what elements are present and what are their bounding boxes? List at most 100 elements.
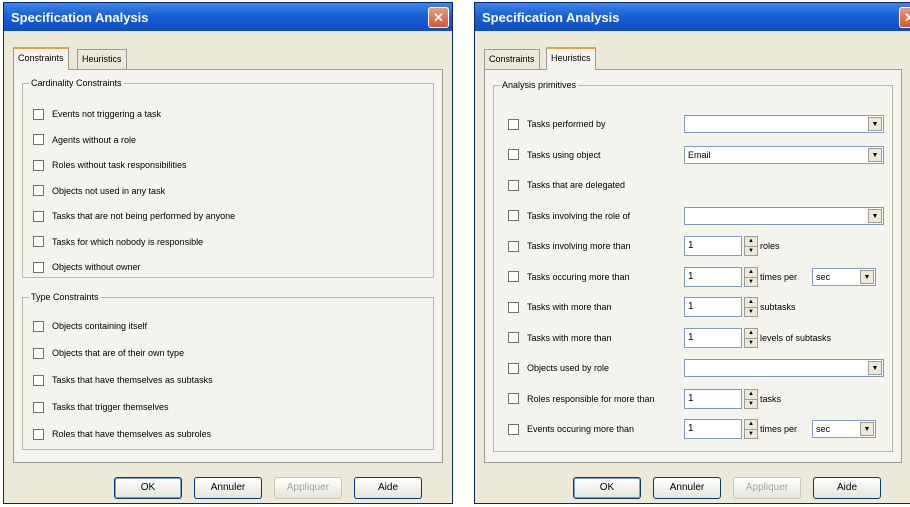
- title-bar[interactable]: Specification Analysis ✕: [475, 3, 910, 31]
- heuristic-row[interactable]: Tasks that are delegated: [508, 177, 625, 193]
- heuristic-row[interactable]: Events occuring more than: [508, 421, 634, 437]
- tab-constraints[interactable]: Constraints: [13, 47, 69, 70]
- period-dropdown[interactable]: sec ▼: [812, 420, 876, 438]
- checkbox[interactable]: [33, 236, 44, 247]
- apply-button[interactable]: Appliquer: [733, 477, 801, 499]
- apply-button[interactable]: Appliquer: [274, 477, 342, 499]
- spin-up-icon[interactable]: ▲: [745, 390, 757, 399]
- checkbox[interactable]: [33, 185, 44, 196]
- checkbox-row[interactable]: Agents without a role: [33, 132, 136, 148]
- checkbox[interactable]: [508, 179, 519, 191]
- spin-up-icon[interactable]: ▲: [745, 268, 757, 277]
- checkbox-row[interactable]: Roles that have themselves as subroles: [33, 426, 211, 442]
- close-icon[interactable]: ✕: [899, 7, 910, 28]
- checkbox-row[interactable]: Tasks for which nobody is responsible: [33, 234, 203, 250]
- checkbox[interactable]: [508, 332, 519, 343]
- checkbox[interactable]: [33, 210, 44, 222]
- checkbox-row[interactable]: Roles without task responsibilities: [33, 157, 187, 173]
- spin-control[interactable]: ▲ ▼: [744, 327, 758, 348]
- heuristic-row[interactable]: Roles responsible for more than: [508, 391, 655, 407]
- number-input[interactable]: 1: [684, 266, 742, 287]
- heuristic-row[interactable]: Tasks involving more than: [508, 238, 631, 254]
- help-button[interactable]: Aide: [813, 477, 881, 499]
- checkbox-row[interactable]: Tasks that trigger themselves: [33, 399, 169, 415]
- checkbox[interactable]: [33, 159, 44, 171]
- tab-constraints[interactable]: Constraints: [484, 49, 540, 69]
- checkbox[interactable]: [508, 393, 519, 404]
- heuristic-row[interactable]: Tasks using object: [508, 147, 601, 163]
- tab-heuristics[interactable]: Heuristics: [546, 47, 596, 70]
- dropdown-arrow-icon[interactable]: ▼: [868, 117, 882, 131]
- ok-button[interactable]: OK: [573, 477, 641, 499]
- heuristic-row[interactable]: Tasks with more than: [508, 299, 612, 315]
- checkbox-row[interactable]: Objects containing itself: [33, 318, 147, 334]
- checkbox[interactable]: [508, 423, 519, 435]
- cancel-button[interactable]: Annuler: [653, 477, 721, 499]
- spin-down-icon[interactable]: ▼: [745, 337, 757, 347]
- value-dropdown[interactable]: ▼: [684, 359, 884, 377]
- spin-control[interactable]: ▲ ▼: [744, 236, 758, 256]
- value-dropdown[interactable]: ▼: [684, 115, 884, 133]
- close-icon[interactable]: ✕: [428, 7, 449, 28]
- spin-down-icon[interactable]: ▼: [745, 307, 757, 316]
- spin-up-icon[interactable]: ▲: [745, 329, 757, 338]
- number-input[interactable]: 1: [684, 419, 742, 439]
- period-dropdown[interactable]: sec ▼: [812, 267, 876, 286]
- spin-up-icon[interactable]: ▲: [745, 420, 757, 429]
- heuristic-row[interactable]: Tasks performed by: [508, 116, 606, 132]
- dropdown-arrow-icon[interactable]: ▼: [860, 269, 874, 284]
- checkbox[interactable]: [508, 301, 519, 313]
- checkbox[interactable]: [508, 149, 519, 160]
- checkbox[interactable]: [33, 347, 44, 359]
- checkbox[interactable]: [508, 118, 519, 130]
- cancel-button[interactable]: Annuler: [194, 477, 262, 499]
- number-input[interactable]: 1: [684, 327, 742, 348]
- checkbox[interactable]: [33, 108, 44, 120]
- dropdown-arrow-icon[interactable]: ▼: [860, 422, 874, 436]
- heuristic-label: Roles responsible for more than: [527, 393, 655, 404]
- title-bar[interactable]: Specification Analysis ✕: [4, 3, 452, 31]
- checkbox-row[interactable]: Objects without owner: [33, 259, 141, 275]
- checkbox[interactable]: [508, 271, 519, 282]
- checkbox[interactable]: [508, 210, 519, 221]
- spin-control[interactable]: ▲ ▼: [744, 266, 758, 287]
- checkbox[interactable]: [33, 401, 44, 413]
- spin-down-icon[interactable]: ▼: [745, 246, 757, 255]
- checkbox[interactable]: [508, 240, 519, 252]
- checkbox[interactable]: [33, 374, 44, 386]
- number-input[interactable]: 1: [684, 236, 742, 256]
- heuristic-row[interactable]: Tasks occuring more than: [508, 269, 630, 285]
- spin-control[interactable]: ▲ ▼: [744, 297, 758, 317]
- checkbox-row[interactable]: Objects not used in any task: [33, 183, 165, 199]
- value-dropdown[interactable]: ▼: [684, 206, 884, 225]
- checkbox-label: Roles that have themselves as subroles: [52, 429, 212, 439]
- number-input[interactable]: 1: [684, 297, 742, 317]
- spin-up-icon[interactable]: ▲: [745, 298, 757, 307]
- heuristic-row[interactable]: Objects used by role: [508, 360, 609, 376]
- checkbox[interactable]: [33, 134, 44, 145]
- checkbox-row[interactable]: Tasks that have themselves as subtasks: [33, 372, 213, 388]
- checkbox[interactable]: [508, 362, 519, 374]
- ok-button[interactable]: OK: [114, 477, 182, 499]
- tab-heuristics[interactable]: Heuristics: [77, 49, 127, 69]
- checkbox[interactable]: [33, 428, 44, 440]
- spin-down-icon[interactable]: ▼: [745, 398, 757, 408]
- number-input[interactable]: 1: [684, 388, 742, 409]
- help-button[interactable]: Aide: [354, 477, 422, 499]
- spin-down-icon[interactable]: ▼: [745, 276, 757, 286]
- checkbox[interactable]: [33, 320, 44, 332]
- dropdown-arrow-icon[interactable]: ▼: [868, 208, 882, 223]
- checkbox-row[interactable]: Events not triggering a task: [33, 106, 161, 122]
- heuristic-row[interactable]: Tasks involving the role of: [508, 208, 630, 224]
- spin-up-icon[interactable]: ▲: [745, 237, 757, 246]
- checkbox-row[interactable]: Tasks that are not being performed by an…: [33, 208, 235, 224]
- heuristic-row[interactable]: Tasks with more than: [508, 330, 612, 346]
- spin-control[interactable]: ▲ ▼: [744, 419, 758, 439]
- spin-down-icon[interactable]: ▼: [745, 429, 757, 438]
- dropdown-arrow-icon[interactable]: ▼: [868, 361, 882, 375]
- value-dropdown[interactable]: Email ▼: [684, 145, 884, 164]
- dropdown-arrow-icon[interactable]: ▼: [868, 147, 882, 162]
- checkbox[interactable]: [33, 261, 44, 273]
- spin-control[interactable]: ▲ ▼: [744, 388, 758, 409]
- checkbox-row[interactable]: Objects that are of their own type: [33, 345, 184, 361]
